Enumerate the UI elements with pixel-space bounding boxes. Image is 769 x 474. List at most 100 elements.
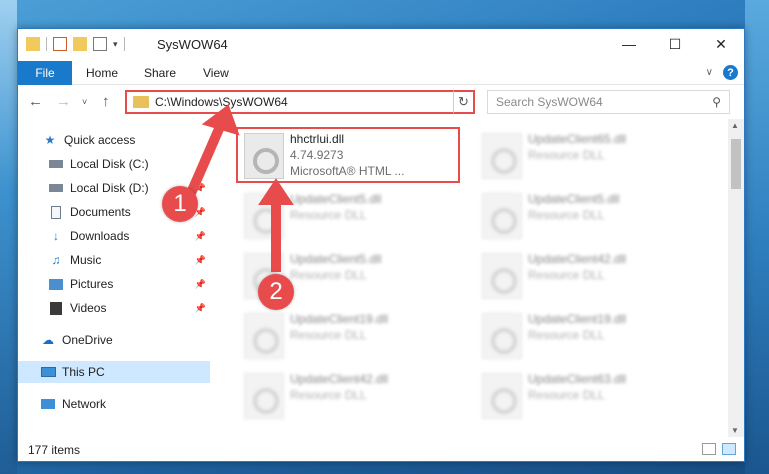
expand-ribbon-icon[interactable]: ∨ <box>706 67 713 78</box>
dll-gear-icon <box>244 313 284 359</box>
sidebar-item-this-pc[interactable]: This PC <box>18 361 210 383</box>
file-name: UpdateClient5.dll <box>290 252 382 266</box>
help-icon[interactable]: ? <box>723 65 738 80</box>
sidebar-item-label: Local Disk (C:) <box>70 157 149 171</box>
scroll-down-icon[interactable]: ▼ <box>731 426 739 435</box>
sidebar-item-local-disk-c[interactable]: Local Disk (C:) <box>18 153 210 175</box>
window-title: SysWOW64 <box>157 37 228 52</box>
pin-icon: 📌 <box>194 278 206 289</box>
documents-icon <box>48 205 64 219</box>
file-tile[interactable]: UpdateClient5.dll Resource DLL <box>476 187 706 247</box>
sidebar-item-network[interactable]: Network <box>18 393 210 415</box>
network-icon <box>40 397 56 411</box>
file-highlight-box <box>236 127 460 183</box>
pin-icon: 📌 <box>194 302 206 313</box>
sidebar-item-quick-access[interactable]: ★ Quick access <box>18 129 210 151</box>
file-type: Resource DLL <box>290 388 367 402</box>
sidebar-item-pictures[interactable]: Pictures 📌 <box>18 273 210 295</box>
ribbon: File Home Share View ∨ ? <box>18 61 744 85</box>
up-arrow-icon[interactable]: ↑ <box>102 93 110 110</box>
file-name: UpdateClient65.dll <box>528 132 627 146</box>
address-bar[interactable]: C:\Windows\SysWOW64 ∨ <box>125 90 474 114</box>
view-toggle <box>702 443 736 455</box>
sidebar-item-onedrive[interactable]: ☁ OneDrive <box>18 329 210 351</box>
properties-icon[interactable] <box>53 37 67 51</box>
file-tile[interactable]: UpdateClient42.dll Resource DLL <box>476 247 706 307</box>
file-tile[interactable]: UpdateClient19.dll Resource DLL <box>238 307 468 367</box>
address-path[interactable]: C:\Windows\SysWOW64 <box>155 95 454 109</box>
maximize-button[interactable]: ☐ <box>652 29 698 59</box>
file-name: UpdateClient19.dll <box>290 312 389 326</box>
file-name: UpdateClient5.dll <box>290 192 382 206</box>
chevron-down-icon[interactable]: ▾ <box>113 39 118 50</box>
file-tile[interactable]: UpdateClient65.dll Resource DLL <box>476 127 706 187</box>
quick-access-toolbar: ▾ <box>26 37 125 51</box>
forward-arrow-icon[interactable]: → <box>56 93 71 110</box>
dll-gear-icon <box>482 193 522 239</box>
toolbar-divider <box>46 37 47 51</box>
search-box[interactable]: Search SysWOW64 ⚲ <box>487 90 730 114</box>
file-type: Resource DLL <box>528 388 605 402</box>
ribbon-controls: ∨ ? <box>706 65 738 80</box>
sidebar-item-label: Pictures <box>70 277 114 291</box>
search-icon[interactable]: ⚲ <box>712 95 721 109</box>
pin-icon: 📌 <box>194 254 206 265</box>
drive-icon <box>48 181 64 195</box>
download-icon: ↓ <box>53 229 59 243</box>
new-folder-icon[interactable] <box>73 37 87 51</box>
annotation-badge-2: 2 <box>258 274 294 310</box>
sidebar-item-label: Music <box>70 253 102 267</box>
dll-gear-icon <box>482 253 522 299</box>
sidebar-item-label: Downloads <box>70 229 130 243</box>
explorer-window: ▾ SysWOW64 — ☐ ✕ File Home Share View ∨ … <box>17 28 745 462</box>
navigation-pane: ★ Quick access Local Disk (C:) Local Dis… <box>18 119 210 437</box>
minimize-button[interactable]: — <box>606 29 652 59</box>
tab-share[interactable]: Share <box>144 66 176 80</box>
sidebar-item-label: OneDrive <box>62 333 113 347</box>
file-type: Resource DLL <box>290 328 367 342</box>
sidebar-item-label: Videos <box>70 301 107 315</box>
recent-locations-icon[interactable]: ˅ <box>82 97 87 107</box>
desktop-background-left <box>0 0 17 474</box>
pin-icon: 📌 <box>194 230 206 241</box>
drive-icon <box>48 157 64 171</box>
details-view-icon[interactable] <box>702 443 716 455</box>
vertical-scrollbar[interactable]: ▲ ▼ <box>728 119 744 437</box>
videos-icon <box>48 301 64 315</box>
file-name: UpdateClient42.dll <box>528 252 627 266</box>
tiles-view-icon[interactable] <box>722 443 736 455</box>
cloud-icon: ☁ <box>42 333 54 347</box>
scroll-up-icon[interactable]: ▲ <box>731 121 739 130</box>
back-arrow-icon[interactable]: ← <box>28 93 43 110</box>
sidebar-item-label: Network <box>62 397 107 411</box>
folder-icon <box>133 96 149 108</box>
sidebar-item-label: Documents <box>70 205 131 219</box>
sidebar-item-downloads[interactable]: ↓ Downloads 📌 <box>18 225 210 247</box>
sidebar-item-label: This PC <box>62 365 105 379</box>
file-tile[interactable]: UpdateClient5.dll Resource DLL <box>238 187 468 247</box>
toolbar-divider <box>123 37 125 51</box>
folder-icon <box>26 37 40 51</box>
scroll-thumb[interactable] <box>731 139 741 189</box>
navigation-bar: ← → ˅ ↑ C:\Windows\SysWOW64 ∨ ↻ Search S… <box>18 87 744 117</box>
tab-file[interactable]: File <box>18 61 72 85</box>
title-bar: ▾ SysWOW64 — ☐ ✕ <box>18 29 744 61</box>
file-type: Resource DLL <box>528 268 605 282</box>
sidebar-item-videos[interactable]: Videos 📌 <box>18 297 210 319</box>
star-icon: ★ <box>44 133 56 147</box>
pin-icon: 📌 <box>194 182 206 193</box>
file-tile[interactable]: UpdateClient19.dll Resource DLL <box>476 307 706 367</box>
close-button[interactable]: ✕ <box>698 29 744 59</box>
file-name: UpdateClient63.dll <box>528 372 627 386</box>
file-name: UpdateClient19.dll <box>528 312 627 326</box>
file-name: UpdateClient5.dll <box>528 192 620 206</box>
sidebar-item-music[interactable]: ♫ Music 📌 <box>18 249 210 271</box>
file-tile[interactable]: UpdateClient42.dll Resource DLL <box>238 367 468 427</box>
computer-icon <box>40 365 56 379</box>
file-tile[interactable]: UpdateClient63.dll Resource DLL <box>476 367 706 427</box>
pictures-icon <box>48 277 64 291</box>
tab-home[interactable]: Home <box>86 66 118 80</box>
customize-icon[interactable] <box>93 37 107 51</box>
refresh-button[interactable]: ↻ <box>453 90 475 114</box>
tab-view[interactable]: View <box>203 66 229 80</box>
